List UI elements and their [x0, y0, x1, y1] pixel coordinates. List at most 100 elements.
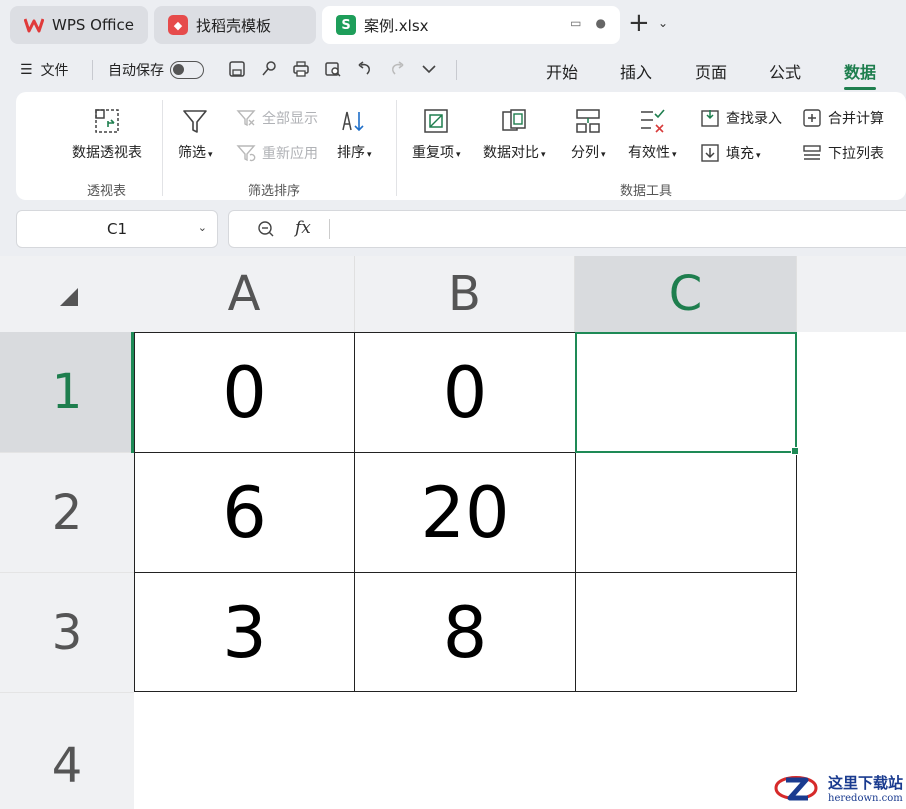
watermark-url: heredown.com [828, 793, 903, 804]
print-icon[interactable] [290, 58, 312, 80]
divider [396, 100, 397, 196]
fill-label: 填充 [726, 146, 754, 162]
name-box[interactable]: C1 ⌄ [16, 210, 218, 248]
column-header-c[interactable]: C [575, 256, 797, 332]
validity-icon [641, 109, 665, 133]
redo-icon[interactable] [386, 58, 408, 80]
row-header-2[interactable]: 2 [0, 453, 134, 573]
format-painter-icon[interactable] [258, 58, 280, 80]
ribbon-tab-page[interactable]: 页面 [695, 59, 727, 83]
show-all-button[interactable]: 全部显示 [236, 108, 318, 128]
cell-c3[interactable] [575, 573, 797, 693]
dropdown-list-icon [803, 145, 821, 160]
wps-logo-icon [24, 15, 44, 35]
lookup-entry-button[interactable]: 查找录入 [700, 108, 782, 128]
fill-down-icon [701, 144, 719, 162]
ribbon-tab-insert[interactable]: 插入 [620, 59, 652, 83]
lookup-entry-label: 查找录入 [726, 111, 782, 127]
consolidate-label: 合并计算 [828, 111, 884, 127]
tab-bar: WPS Office ◆ 找稻壳模板 S 案例.xlsx ▭ ● + ⌄ [0, 0, 906, 50]
autosave-toggle[interactable] [170, 61, 204, 79]
formula-input[interactable]: fx [228, 210, 906, 248]
caret-icon: ▾ [367, 150, 372, 160]
new-tab-icon[interactable]: + [628, 10, 650, 36]
row-header-3[interactable]: 3 [0, 573, 134, 693]
ribbon-tab-data[interactable]: 数据 [844, 59, 877, 90]
group-label-tools: 数据工具 [620, 184, 673, 199]
sort-button[interactable]: 排序 ▾ [337, 106, 372, 162]
row-header-4[interactable]: 4 [0, 693, 134, 809]
tab-file-active[interactable]: S 案例.xlsx ▭ ● [322, 6, 620, 44]
zoom-search-icon[interactable] [257, 220, 275, 242]
data-compare-button[interactable]: 数据对比 ▾ [483, 106, 546, 162]
dropdown-list-label: 下拉列表 [828, 146, 884, 162]
consolidate-button[interactable]: 合并计算 [802, 108, 884, 128]
filter-label: 筛选 [178, 145, 206, 161]
chevron-down-icon[interactable]: ⌄ [658, 16, 668, 30]
function-icon[interactable]: fx [295, 218, 311, 238]
caret-icon: ▾ [601, 150, 606, 160]
cell-a2[interactable]: 6 [134, 453, 355, 573]
tab-label: 找稻壳模板 [196, 16, 272, 35]
cell-c2[interactable] [575, 453, 797, 573]
validity-button[interactable]: 有效性 ▾ [628, 106, 677, 162]
select-all-icon [60, 288, 78, 306]
column-header-d[interactable] [797, 256, 906, 332]
monitor-icon[interactable]: ▭ [570, 16, 581, 30]
caret-icon: ▾ [756, 151, 761, 161]
cell-a3[interactable]: 3 [134, 573, 355, 693]
data-compare-label: 数据对比 [483, 145, 539, 161]
undo-icon[interactable] [354, 58, 376, 80]
close-dot-icon[interactable]: ● [596, 16, 606, 30]
tab-template[interactable]: ◆ 找稻壳模板 [154, 6, 316, 44]
split-column-label: 分列 [571, 145, 599, 161]
caret-icon: ▾ [672, 150, 677, 160]
reapply-filter-icon [236, 145, 256, 162]
file-menu-button[interactable]: ☰ 文件 [20, 60, 69, 80]
hamburger-icon: ☰ [20, 62, 33, 78]
pivot-table-button[interactable]: 数据透视表 [72, 106, 142, 162]
divider [456, 60, 457, 80]
filter-button[interactable]: 筛选 ▾ [178, 106, 213, 162]
divider [162, 100, 163, 196]
dropdown-list-button[interactable]: 下拉列表 [802, 143, 884, 163]
cell-b2[interactable]: 20 [355, 453, 575, 573]
save-icon[interactable] [226, 58, 248, 80]
menu-row: ☰ 文件 自动保存 开始 插入 页面 公式 数据 [0, 50, 906, 90]
cell-b3[interactable]: 8 [355, 573, 575, 693]
fill-button[interactable]: 填充 ▾ [700, 143, 761, 163]
tab-label: 案例.xlsx [364, 16, 429, 35]
daoke-icon: ◆ [168, 15, 188, 35]
group-label-filter: 筛选排序 [248, 184, 301, 199]
sort-icon [342, 111, 364, 132]
watermark-name: 这里下载站 [828, 774, 904, 792]
print-preview-icon[interactable] [322, 58, 344, 80]
selected-cell-outline[interactable] [575, 332, 799, 455]
duplicates-button[interactable]: 重复项 ▾ [412, 106, 461, 162]
split-column-button[interactable]: 分列 ▾ [571, 106, 606, 162]
ribbon-tab-formula[interactable]: 公式 [769, 59, 801, 83]
caret-icon: ▾ [541, 150, 546, 160]
filter-icon [183, 110, 208, 133]
tab-label: WPS Office [52, 16, 134, 34]
lookup-entry-icon [701, 110, 719, 127]
row-header-1[interactable]: 1 [0, 332, 134, 453]
consolidate-icon [803, 109, 821, 127]
reapply-button[interactable]: 重新应用 [236, 143, 318, 163]
ribbon-tab-home[interactable]: 开始 [546, 59, 578, 83]
chevron-down-icon[interactable]: ⌄ [198, 221, 207, 234]
more-chevron-icon[interactable] [418, 58, 440, 80]
pivot-table-label: 数据透视表 [72, 145, 142, 161]
select-all-corner[interactable] [0, 256, 134, 332]
cell-a1[interactable]: 0 [134, 332, 355, 453]
autosave-label: 自动保存 [108, 63, 164, 79]
tab-wps-office[interactable]: WPS Office [10, 6, 148, 44]
divider [92, 60, 93, 80]
group-label-pivot: 透视表 [87, 184, 127, 199]
column-header-a[interactable]: A [134, 256, 355, 332]
caret-icon: ▾ [456, 150, 461, 160]
autosave-control[interactable]: 自动保存 [108, 60, 204, 80]
cell-b1[interactable]: 0 [355, 332, 575, 453]
watermark: 这里下载站 heredown.com [770, 770, 903, 806]
column-header-b[interactable]: B [355, 256, 575, 332]
